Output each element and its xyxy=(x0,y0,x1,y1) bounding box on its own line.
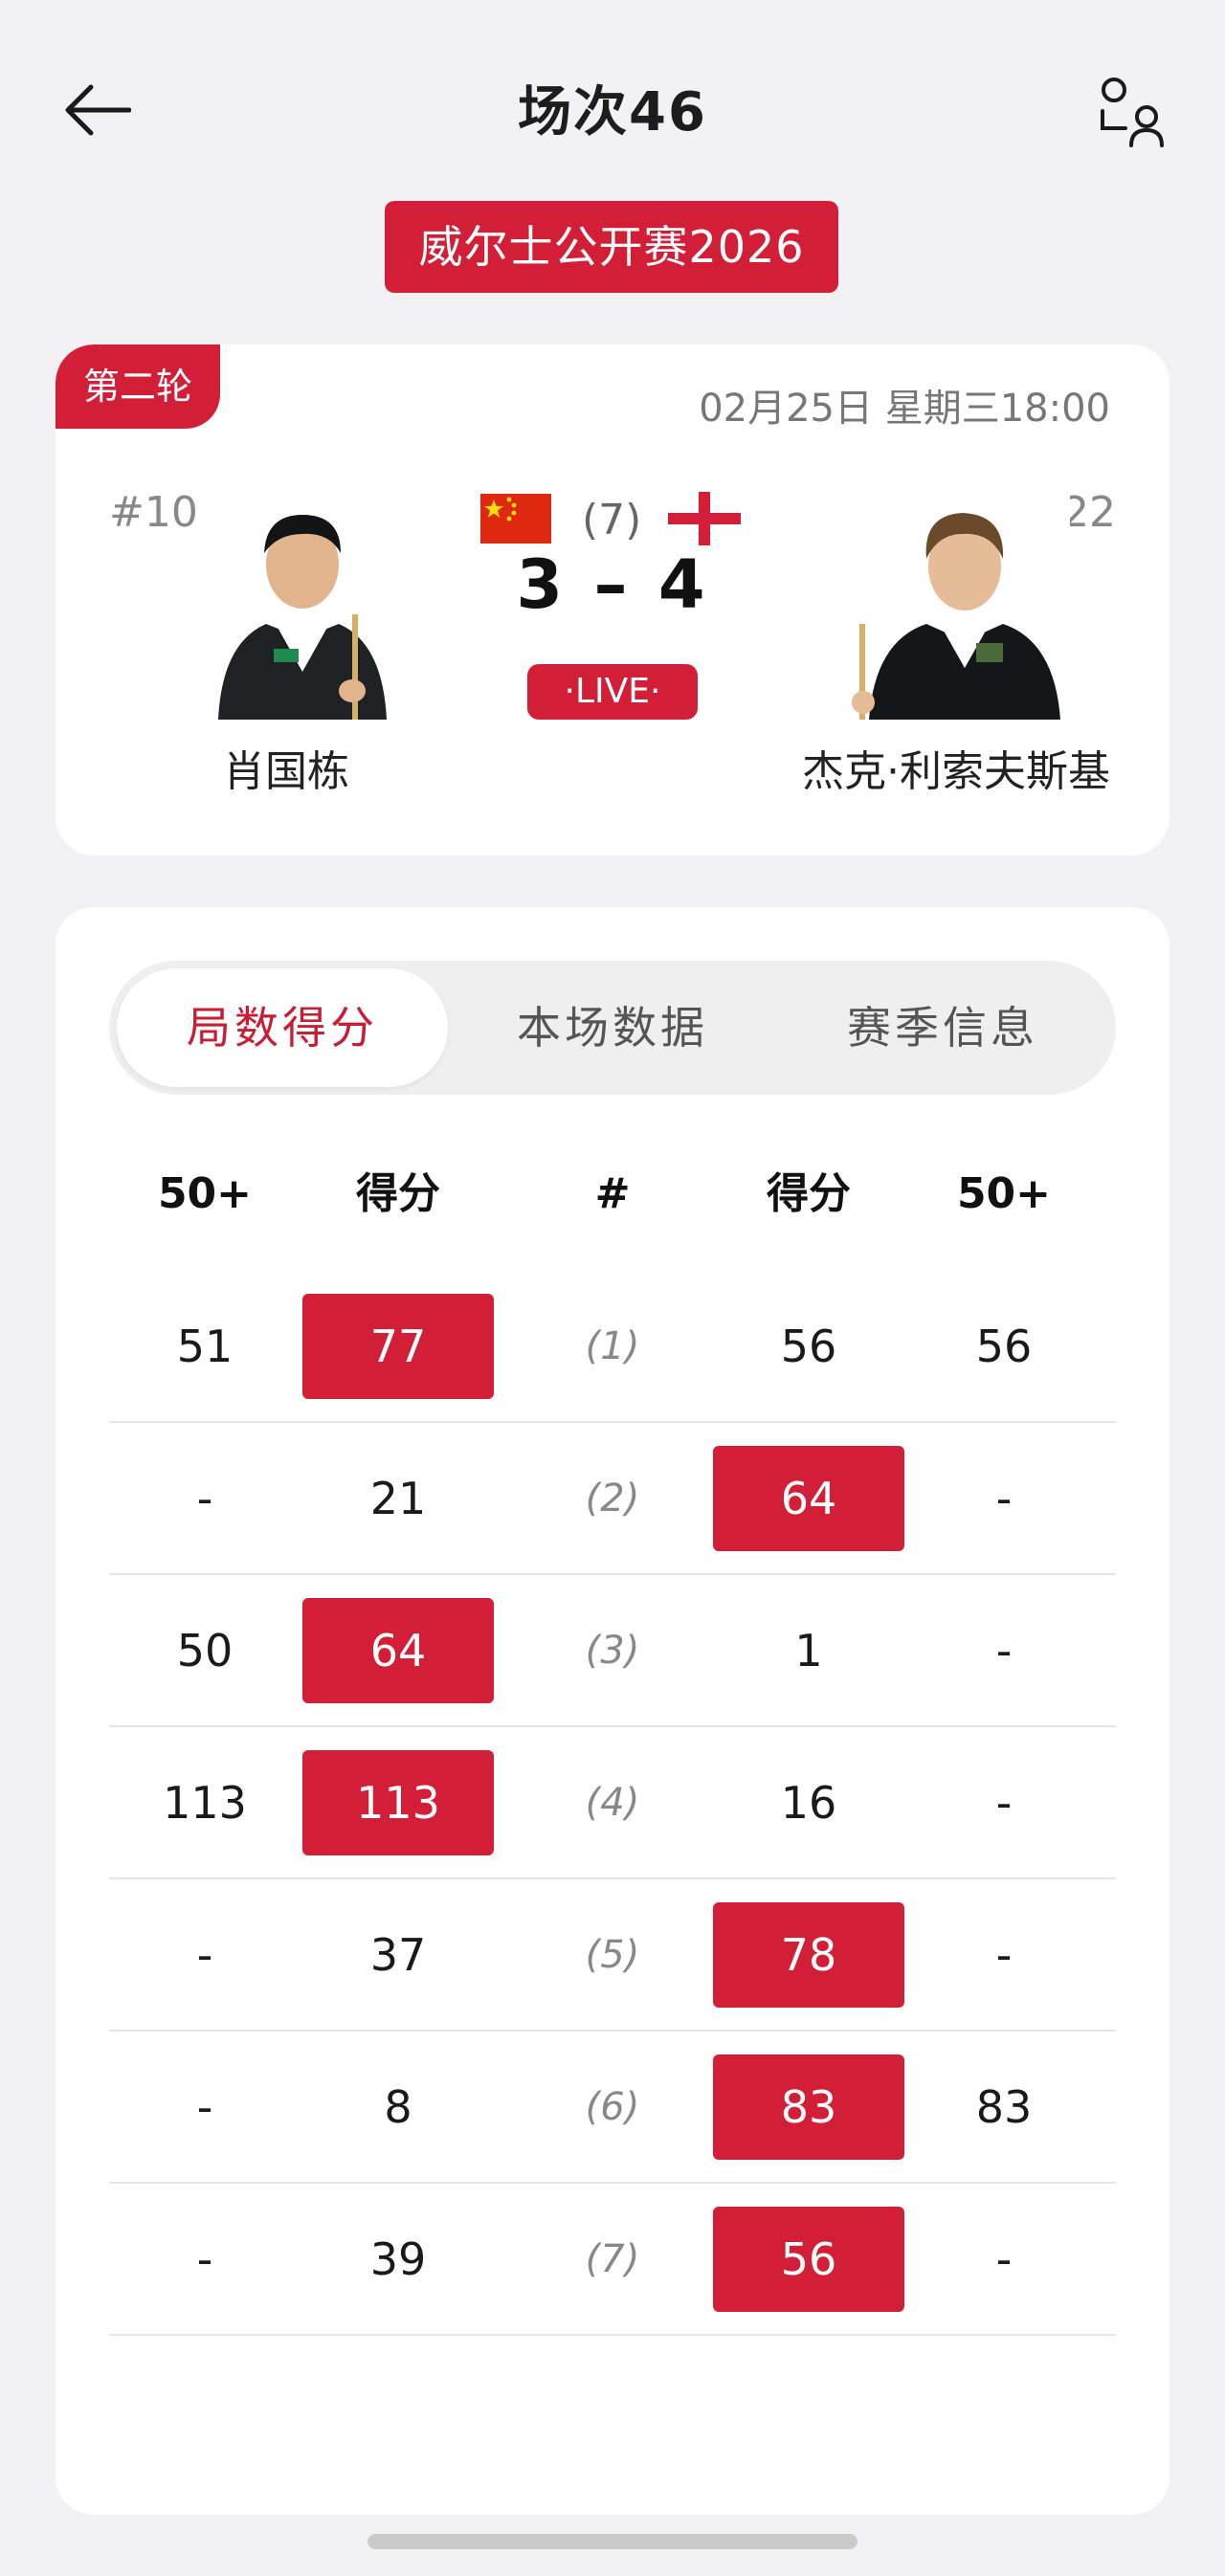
right-score-cell-value: 56 xyxy=(780,1320,837,1372)
left-50plus-cell: 51 xyxy=(176,1320,234,1372)
stats-card: 局数得分 本场数据 赛季信息 50+ 得分 # 得分 50+ 51 77 (1) 56… xyxy=(56,907,1169,2515)
home-indicator[interactable] xyxy=(368,2534,858,2549)
left-player-seed: #10 xyxy=(109,488,198,537)
right-player-photo[interactable] xyxy=(840,480,1070,720)
left-score-cell-value: 21 xyxy=(369,1472,427,1524)
left-score-cell: 77 xyxy=(302,1271,494,1421)
table-row: - 21 (2) 64 - xyxy=(109,1423,1116,1575)
right-50plus-cell: - xyxy=(995,2232,1013,2285)
frame-number-cell: (6) xyxy=(585,2084,640,2129)
frame-number-cell: (4) xyxy=(585,1780,640,1825)
match-card: 第二轮 02月25日 星期三18:00 #10 #22 (7) 3 – 4 ·L… xyxy=(56,344,1169,855)
header-right-50plus: 50+ xyxy=(956,1169,1052,1218)
table-row: 113 113 (4) 16 - xyxy=(109,1727,1116,1879)
right-score-cell-value: 64 xyxy=(713,1445,904,1551)
right-score-cell: 83 xyxy=(713,2032,904,2182)
table-header: 50+ 得分 # 得分 50+ xyxy=(109,1156,1116,1232)
frame-number-cell: (2) xyxy=(585,1476,640,1521)
left-player-name[interactable]: 肖国栋 xyxy=(223,737,349,798)
right-score-cell-value: 1 xyxy=(794,1624,823,1677)
right-50plus-cell: - xyxy=(995,1472,1013,1524)
right-50plus-cell: - xyxy=(995,1928,1013,1981)
right-score-cell-value: 16 xyxy=(780,1776,837,1829)
left-score-cell-value: 113 xyxy=(302,1749,494,1855)
table-row: - 37 (5) 78 - xyxy=(109,1879,1116,2032)
header-frame-number: # xyxy=(594,1169,631,1218)
table-row: 51 77 (1) 56 56 xyxy=(109,1271,1116,1423)
table-row: - 39 (7) 56 - xyxy=(109,2184,1116,2336)
left-score-cell: 64 xyxy=(302,1575,494,1725)
match-detail-page: 场次46 威尔士公开赛2026 第二轮 02月25日 星期三18:00 #10 … xyxy=(0,0,1225,2576)
right-50plus-cell: - xyxy=(995,1624,1013,1677)
header-left-50plus: 50+ xyxy=(157,1169,253,1218)
left-score-cell: 21 xyxy=(302,1423,494,1573)
left-score-cell: 39 xyxy=(302,2184,494,2334)
left-score-cell-value: 39 xyxy=(369,2232,427,2285)
round-badge: 第二轮 xyxy=(56,344,220,429)
match-datetime: 02月25日 星期三18:00 xyxy=(699,387,1110,431)
right-score-cell: 1 xyxy=(713,1575,904,1725)
frame-number-cell: (7) xyxy=(585,2236,640,2281)
right-score-cell: 56 xyxy=(713,2184,904,2334)
best-of-frames: (7) xyxy=(582,496,642,544)
live-badge: ·LIVE· xyxy=(527,664,698,720)
right-score-cell-value: 78 xyxy=(713,1901,904,2008)
right-score-cell: 56 xyxy=(713,1271,904,1421)
left-score-cell-value: 77 xyxy=(302,1293,494,1399)
table-row: - 8 (6) 83 83 xyxy=(109,2032,1116,2184)
right-score-cell: 64 xyxy=(713,1423,904,1573)
left-50plus-cell: - xyxy=(196,1472,213,1524)
right-50plus-cell: - xyxy=(995,1776,1013,1829)
left-50plus-cell: - xyxy=(196,2232,213,2285)
header-right-score: 得分 xyxy=(767,1169,851,1218)
left-score-cell: 113 xyxy=(302,1727,494,1877)
players-button[interactable] xyxy=(1081,63,1177,159)
england-flag-icon xyxy=(668,492,741,545)
table-row: 50 64 (3) 1 - xyxy=(109,1575,1116,1727)
left-score-cell-value: 8 xyxy=(384,2080,412,2133)
tab-frame-scores[interactable]: 局数得分 xyxy=(117,968,448,1087)
right-player-name[interactable]: 杰克·利索夫斯基 xyxy=(802,737,1110,798)
right-score-cell: 78 xyxy=(713,1879,904,2030)
right-score-cell: 16 xyxy=(713,1727,904,1877)
right-50plus-cell: 56 xyxy=(975,1320,1033,1372)
left-50plus-cell: - xyxy=(196,2080,213,2133)
frame-number-cell: (3) xyxy=(585,1628,640,1673)
header-left-score: 得分 xyxy=(356,1169,440,1218)
china-flag-icon xyxy=(480,494,551,544)
left-score-cell: 8 xyxy=(302,2032,494,2182)
left-50plus-cell: 113 xyxy=(163,1776,247,1829)
left-score-cell-value: 37 xyxy=(369,1928,427,1981)
tab-season-info[interactable]: 赛季信息 xyxy=(777,968,1108,1087)
tournament-badge[interactable]: 威尔士公开赛2026 xyxy=(385,201,838,293)
right-50plus-cell: 83 xyxy=(975,2080,1033,2133)
two-persons-icon xyxy=(1101,78,1164,147)
left-score-cell: 37 xyxy=(302,1879,494,2030)
stats-tabs: 局数得分 本场数据 赛季信息 xyxy=(109,961,1116,1095)
left-score-cell-value: 64 xyxy=(302,1597,494,1703)
left-50plus-cell: 50 xyxy=(176,1624,234,1677)
page-title: 场次46 xyxy=(518,81,707,144)
tab-match-stats[interactable]: 本场数据 xyxy=(447,968,778,1087)
frame-number-cell: (5) xyxy=(585,1932,640,1977)
left-50plus-cell: - xyxy=(196,1928,213,1981)
right-score-cell-value: 83 xyxy=(713,2054,904,2160)
frame-number-cell: (1) xyxy=(585,1323,640,1368)
right-score-cell-value: 56 xyxy=(713,2206,904,2312)
